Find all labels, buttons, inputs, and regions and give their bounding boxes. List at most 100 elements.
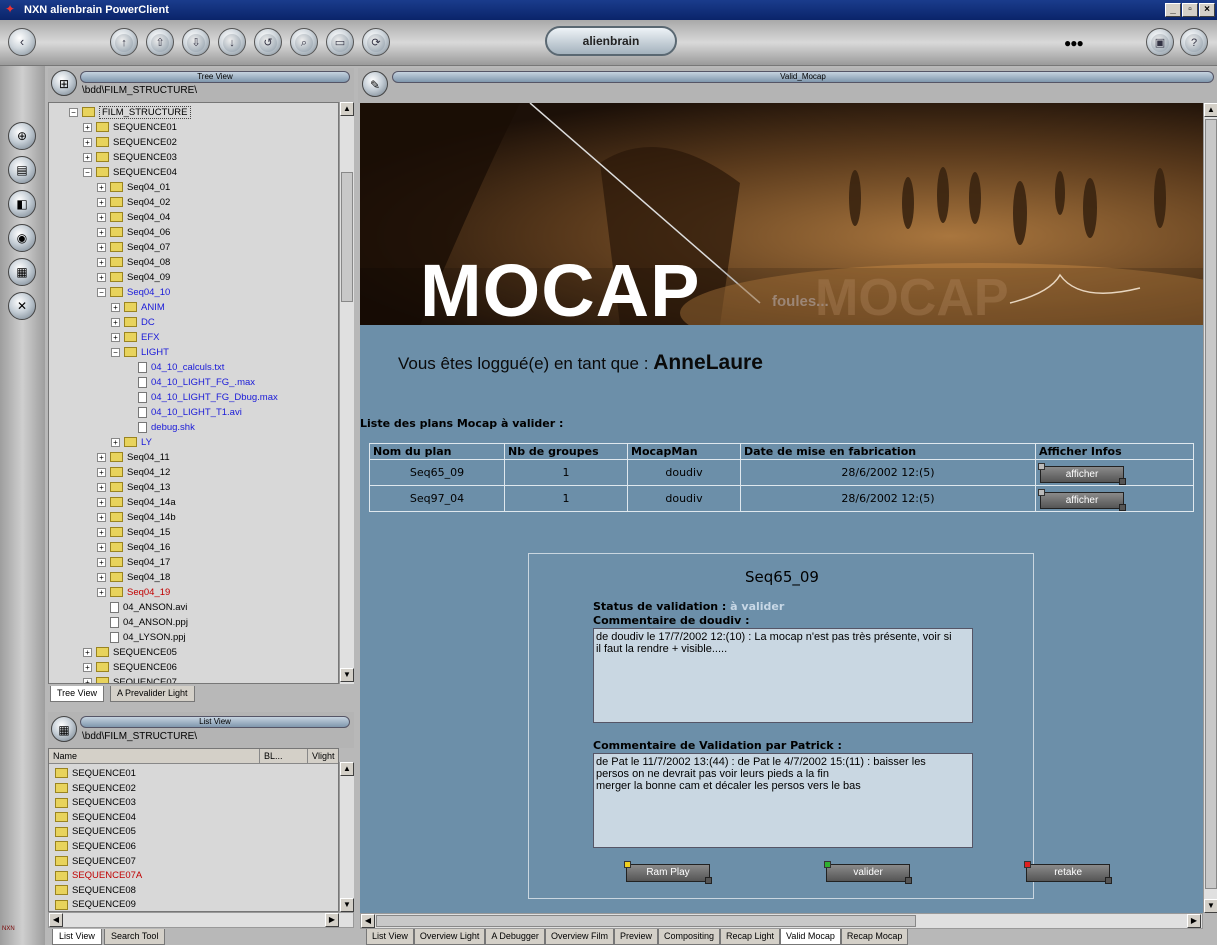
tree-item[interactable]: + Seq04_17 [97, 555, 170, 570]
expand-icon[interactable]: + [97, 572, 106, 582]
expand-icon[interactable]: + [97, 557, 106, 567]
tree-item[interactable]: 04_10_LIGHT_FG_Dbug.max [125, 390, 278, 405]
tree-item[interactable]: + Seq04_06 [97, 225, 170, 240]
afficher-button[interactable]: afficher [1038, 488, 1126, 511]
tree-item[interactable]: + Seq04_01 [97, 180, 170, 195]
tab-recap-mocap[interactable]: Recap Mocap [840, 929, 909, 945]
ram-play-button[interactable]: Ram Play [624, 861, 712, 884]
content-scroll-right-icon[interactable]: ▶ [1187, 914, 1201, 928]
tab-tree-view[interactable]: Tree View [50, 686, 105, 702]
tab-overview-film[interactable]: Overview Film [544, 929, 614, 945]
expand-icon[interactable]: + [97, 452, 106, 462]
tree-item[interactable]: debug.shk [125, 420, 195, 435]
column-bl[interactable]: BL... [259, 749, 287, 764]
list-item[interactable]: SEQUENCE05 [55, 824, 136, 839]
list-item[interactable]: SEQUENCE03 [55, 795, 136, 810]
tree-item[interactable]: 04_10_LIGHT_T1.avi [125, 405, 242, 420]
tree-item[interactable]: + EFX [111, 330, 159, 345]
tree-item[interactable]: + Seq04_16 [97, 540, 170, 555]
find-button[interactable]: ⌕ [290, 28, 318, 56]
expand-icon[interactable]: + [97, 212, 106, 222]
tree-item[interactable]: 04_LYSON.ppj [97, 630, 186, 645]
tree-item[interactable]: + SEQUENCE05 [83, 645, 177, 660]
tree-item[interactable]: 04_ANSON.ppj [97, 615, 188, 630]
close-button[interactable]: × [1199, 3, 1215, 17]
minimize-button[interactable]: _ [1165, 3, 1181, 17]
column-name[interactable]: Name [53, 751, 77, 761]
tree-item[interactable]: + Seq04_14b [97, 510, 176, 525]
list-view-button[interactable]: ▦ [51, 716, 77, 742]
expand-icon[interactable]: + [83, 152, 92, 162]
list-hscrollbar[interactable]: ◀ ▶ [48, 912, 354, 928]
tab-list-view[interactable]: List View [52, 929, 102, 945]
import-button[interactable]: ↑ [110, 28, 138, 56]
expand-icon[interactable]: + [97, 542, 106, 552]
tab-compositing[interactable]: Compositing [657, 929, 720, 945]
tree-item[interactable]: − Seq04_10 [97, 285, 170, 300]
list-scrollbar[interactable]: ▲ ▼ [339, 762, 354, 912]
comment-textarea[interactable] [593, 628, 973, 723]
list-item[interactable]: SEQUENCE08 [55, 883, 136, 898]
tab-preview[interactable]: Preview [613, 929, 658, 945]
expand-icon[interactable]: + [97, 242, 106, 252]
tree-item[interactable]: + Seq04_09 [97, 270, 170, 285]
collapse-icon[interactable]: − [97, 287, 106, 297]
retake-button[interactable]: retake [1024, 861, 1113, 884]
open-project-button[interactable]: ▤ [8, 156, 36, 184]
expand-icon[interactable]: + [97, 482, 106, 492]
expand-icon[interactable]: + [97, 467, 106, 477]
tree-item[interactable]: + LY [111, 435, 152, 450]
afficher-button[interactable]: afficher [1038, 462, 1126, 485]
tree-item[interactable]: − SEQUENCE04 [83, 165, 177, 180]
expand-icon[interactable]: + [97, 197, 106, 207]
tab-valid-mocap[interactable]: Valid Mocap [780, 929, 841, 945]
list-item[interactable]: SEQUENCE07 [55, 854, 136, 869]
tree-view[interactable]: − FILM_STRUCTURE + SEQUENCE01 + SEQUENCE02 + SE… [48, 102, 339, 684]
check-in-button[interactable]: ⇧ [146, 28, 174, 56]
content-scroll-left-icon[interactable]: ◀ [361, 914, 375, 928]
help-button[interactable]: ? [1180, 28, 1208, 56]
tree-item[interactable]: − FILM_STRUCTURE [69, 105, 191, 120]
tree-item[interactable]: 04_10_calculs.txt [125, 360, 224, 375]
list-item[interactable]: SEQUENCE09 [55, 897, 136, 911]
list-scroll-down-icon[interactable]: ▼ [340, 898, 354, 912]
tab-recap-light[interactable]: Recap Light [720, 929, 781, 945]
new-project-button[interactable]: ⊕ [8, 122, 36, 150]
tree-scroll-thumb[interactable] [341, 172, 353, 302]
content-vscrollbar[interactable]: ▲ ▼ [1203, 103, 1217, 913]
content-view-button[interactable]: ✎ [362, 71, 388, 97]
expand-icon[interactable]: + [83, 137, 92, 147]
collapse-icon[interactable]: − [69, 107, 78, 117]
tree-item[interactable]: + SEQUENCE06 [83, 660, 177, 675]
list-item[interactable]: SEQUENCE06 [55, 839, 136, 854]
tab-a-debugger[interactable]: A Debugger [485, 929, 545, 945]
list-scroll-right-icon[interactable]: ▶ [325, 913, 339, 927]
tree-item[interactable]: + Seq04_15 [97, 525, 170, 540]
tree-view-button[interactable]: ⊞ [51, 70, 77, 96]
get-latest-button[interactable]: ↓ [218, 28, 246, 56]
tree-item[interactable]: + SEQUENCE01 [83, 120, 177, 135]
scroll-down-arrow-icon[interactable]: ▼ [340, 668, 354, 682]
expand-icon[interactable]: + [111, 302, 120, 312]
collapse-icon[interactable]: − [111, 347, 120, 357]
list-scroll-left-icon[interactable]: ◀ [49, 913, 63, 927]
tree-item[interactable]: − LIGHT [111, 345, 169, 360]
expand-icon[interactable]: + [97, 527, 106, 537]
expand-icon[interactable]: + [97, 272, 106, 282]
tree-scrollbar[interactable]: ▲ ▼ [339, 102, 354, 684]
content-scroll-down-icon[interactable]: ▼ [1204, 899, 1217, 913]
list-view[interactable]: Name BL... Vlight SEQUENCE01 SEQUENCE02 SE… [48, 748, 339, 912]
validation-textarea[interactable] [593, 753, 973, 848]
expand-icon[interactable]: + [97, 512, 106, 522]
undo-checkout-button[interactable]: ↺ [254, 28, 282, 56]
tree-item[interactable]: 04_10_LIGHT_FG_.max [125, 375, 255, 390]
delete-button[interactable]: ✕ [8, 292, 36, 320]
check-out-button[interactable]: ⇩ [182, 28, 210, 56]
tree-item[interactable]: + ANIM [111, 300, 165, 315]
content-scroll-thumb[interactable] [1205, 119, 1217, 889]
window-button[interactable]: ▣ [1146, 28, 1174, 56]
tree-item[interactable]: + Seq04_11 [97, 450, 170, 465]
tree-item[interactable]: + Seq04_13 [97, 480, 170, 495]
tab-overview-light[interactable]: Overview Light [413, 929, 486, 945]
server-button[interactable]: ◉ [8, 224, 36, 252]
